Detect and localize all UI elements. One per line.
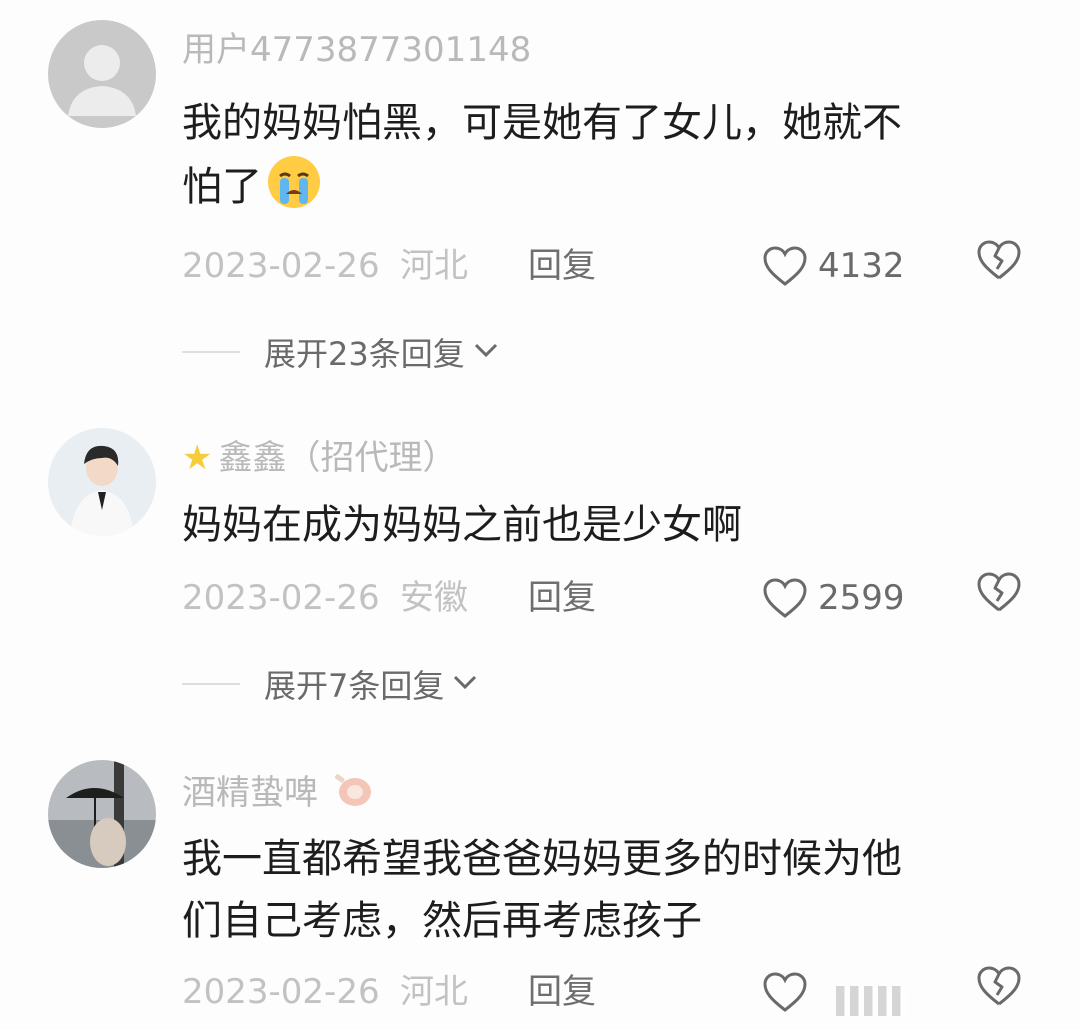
divider-line (182, 351, 240, 353)
comment-text: 妈妈在成为妈妈之前也是少女啊 (182, 494, 1012, 556)
chevron-down-icon (444, 673, 478, 695)
heart-icon (762, 971, 808, 1013)
username[interactable]: 酒精蛰啤 (182, 770, 373, 819)
comment-text-line: 我一直都希望我爸爸妈妈更多的时候为他 (182, 836, 902, 882)
dislike-button[interactable] (976, 572, 1022, 622)
expand-replies-label: 展开23条回复 (264, 335, 465, 373)
divider-line (182, 683, 240, 685)
heart-icon (762, 245, 808, 287)
comment-location: 河北 (400, 972, 468, 1012)
username-text: 鑫鑫（招代理） (218, 438, 457, 478)
username[interactable]: ★ 鑫鑫（招代理） (182, 438, 456, 478)
comment-text-line: 们自己考虑，然后再考虑孩子 (182, 898, 702, 944)
expand-replies-label: 展开7条回复 (264, 667, 445, 705)
avatar-user[interactable] (48, 428, 156, 536)
username-text: 酒精蛰啤 (182, 773, 318, 813)
comment-text: 我一直都希望我爸爸妈妈更多的时候为他 们自己考虑，然后再考虑孩子 (182, 828, 1012, 952)
comment-location: 安徽 (400, 578, 468, 618)
crying-face-emoji-icon (266, 154, 322, 210)
star-icon: ★ (182, 438, 213, 478)
like-button[interactable]: 4132 (762, 242, 905, 290)
comment-text-line: 我的妈妈怕黑，可是她有了女儿，她就不 (182, 100, 902, 146)
chevron-down-icon (465, 341, 499, 363)
like-count: 4132 (818, 246, 905, 286)
username[interactable]: 用户4773877301148 (182, 30, 531, 70)
expand-replies-button[interactable]: 展开7条回复 (182, 660, 478, 708)
broken-heart-icon (976, 239, 1022, 294)
reply-button[interactable]: 回复 (528, 968, 596, 1016)
heart-icon (762, 577, 808, 619)
like-button[interactable] (762, 968, 808, 1016)
like-count: 2599 (818, 578, 905, 618)
ham-emoji-icon (333, 770, 373, 819)
comment-location: 河北 (400, 246, 468, 286)
comment-date: 2023-02-26 (182, 578, 380, 618)
dislike-button[interactable] (976, 240, 1022, 290)
comment-date: 2023-02-26 (182, 972, 380, 1012)
dislike-button[interactable] (976, 966, 1022, 1016)
reply-button[interactable]: 回复 (528, 242, 596, 290)
reply-button[interactable]: 回复 (528, 574, 596, 622)
avatar-default[interactable] (48, 20, 156, 128)
watermark-overlay (836, 986, 906, 1016)
comment-text-line: 妈妈在成为妈妈之前也是少女啊 (182, 502, 742, 548)
comment-text-line-2: 怕了 (182, 154, 1012, 218)
comment-text: 我的妈妈怕黑，可是她有了女儿，她就不 怕了 (182, 92, 1012, 218)
like-button[interactable]: 2599 (762, 574, 905, 622)
broken-heart-icon (976, 965, 1022, 1020)
expand-replies-button[interactable]: 展开23条回复 (182, 328, 499, 376)
comment-text-line: 怕了 (182, 164, 262, 210)
avatar-user[interactable] (48, 760, 156, 868)
broken-heart-icon (976, 571, 1022, 626)
comment-date: 2023-02-26 (182, 246, 380, 286)
